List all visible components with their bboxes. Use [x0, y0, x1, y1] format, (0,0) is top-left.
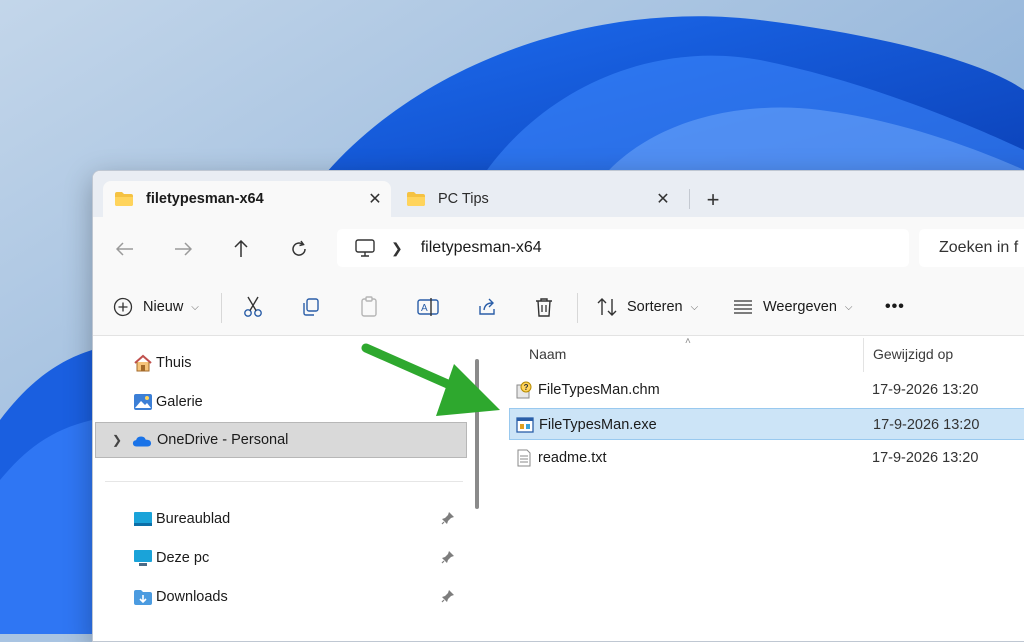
search-placeholder: Zoeken in f: [939, 239, 1019, 256]
chevron-down-icon: ⌵: [844, 301, 853, 313]
tab-label: PC Tips: [438, 191, 489, 207]
chevron-down-icon: ⌵: [191, 301, 199, 313]
downloads-icon: [134, 590, 152, 605]
file-explorer-window: filetypesman-x64 ✕ PC Tips ✕ + ❯ filetyp…: [92, 170, 1024, 642]
new-tab-button[interactable]: +: [698, 185, 728, 215]
file-row[interactable]: readme.txt 17-9-2026 13:20: [509, 442, 1024, 474]
desktop-icon: [134, 512, 152, 526]
sidebar-item-label: Thuis: [156, 355, 192, 371]
arrow-left-icon: [116, 242, 133, 256]
cut-button[interactable]: [243, 293, 263, 321]
rename-button[interactable]: A: [417, 293, 439, 321]
sort-button[interactable]: Sorteren ⌵: [597, 293, 698, 321]
file-modified-date: 17-9-2026 13:20: [872, 450, 979, 466]
view-button[interactable]: Weergeven ⌵: [733, 293, 852, 321]
search-input[interactable]: Zoeken in f: [919, 229, 1024, 267]
up-button[interactable]: [227, 235, 255, 263]
toolbar-divider: [577, 293, 578, 323]
forward-button[interactable]: [169, 235, 197, 263]
new-button[interactable]: Nieuw ⌵: [113, 293, 199, 321]
tab-divider: [689, 189, 690, 209]
file-modified-date: 17-9-2026 13:20: [872, 382, 979, 398]
column-header-name[interactable]: Naam: [529, 336, 566, 372]
file-row[interactable]: ? FileTypesMan.chm 17-9-2026 13:20: [509, 374, 1024, 406]
command-bar: Nieuw ⌵ A Sorteren ⌵ Weergeven ⌵ •••: [93, 279, 1024, 336]
sidebar-item-label: Deze pc: [156, 550, 210, 566]
back-button[interactable]: [111, 235, 139, 263]
sidebar-item-label: Downloads: [156, 589, 228, 605]
sort-button-label: Sorteren: [627, 299, 683, 315]
file-row-selected[interactable]: FileTypesMan.exe 17-9-2026 13:20: [509, 408, 1024, 440]
new-button-label: Nieuw: [143, 299, 184, 315]
pin-icon[interactable]: [441, 589, 455, 603]
sidebar-item-downloads[interactable]: Downloads: [93, 579, 469, 615]
text-file-icon: [517, 449, 531, 467]
paste-button[interactable]: [359, 293, 379, 321]
arrow-up-icon: [234, 240, 248, 257]
svg-text:A: A: [421, 303, 428, 314]
copy-button[interactable]: [301, 293, 321, 321]
sidebar-item-label: Bureaublad: [156, 511, 231, 527]
sidebar-item-bureaublad[interactable]: Bureaublad: [93, 501, 469, 537]
sidebar-divider: [105, 481, 463, 482]
pin-icon[interactable]: [441, 550, 455, 564]
gallery-icon: [134, 394, 152, 410]
close-tab-icon[interactable]: ✕: [359, 189, 391, 209]
file-modified-date: 17-9-2026 13:20: [873, 417, 980, 433]
refresh-icon: [292, 240, 306, 256]
scissors-icon: [244, 296, 262, 317]
sort-icon: [597, 298, 617, 316]
tab-pc-tips[interactable]: PC Tips ✕: [395, 181, 679, 217]
more-options-button[interactable]: •••: [885, 293, 905, 321]
copy-icon: [303, 298, 319, 316]
home-icon: [134, 354, 152, 372]
file-name: FileTypesMan.chm: [538, 382, 660, 398]
toolbar-divider: [221, 293, 222, 323]
file-name: FileTypesMan.exe: [539, 417, 657, 433]
refresh-button[interactable]: [285, 235, 313, 263]
tab-filetypesman-x64[interactable]: filetypesman-x64 ✕: [103, 181, 391, 217]
computer-icon: [355, 239, 375, 257]
chevron-right-icon[interactable]: ❯: [112, 433, 122, 447]
clipboard-icon: [361, 296, 377, 317]
sidebar-item-deze-pc[interactable]: Deze pc: [93, 540, 469, 576]
folder-icon: [115, 192, 133, 206]
share-button[interactable]: [477, 293, 497, 321]
close-tab-icon[interactable]: ✕: [647, 189, 679, 209]
file-list: ˄ Naam Gewijzigd op ? FileTypesMan.chm 1…: [485, 336, 1024, 641]
trash-icon: [536, 298, 552, 317]
breadcrumb-current-folder[interactable]: filetypesman-x64: [421, 239, 542, 257]
share-icon: [479, 298, 495, 315]
arrow-right-icon: [175, 242, 192, 256]
sidebar-item-label: Galerie: [156, 394, 203, 410]
pin-icon[interactable]: [441, 511, 455, 525]
onedrive-cloud-icon: [132, 436, 152, 447]
svg-text:?: ?: [524, 383, 529, 392]
sort-ascending-icon: ˄: [685, 336, 691, 347]
chevron-right-icon: ❯: [391, 239, 403, 256]
chevron-down-icon: ⌵: [690, 301, 699, 313]
file-name: readme.txt: [538, 450, 607, 466]
view-list-icon: [734, 300, 752, 314]
address-bar[interactable]: ❯ filetypesman-x64: [337, 229, 909, 267]
delete-button[interactable]: [535, 293, 553, 321]
column-header-modified[interactable]: Gewijzigd op: [873, 336, 953, 372]
folder-icon: [407, 192, 425, 206]
plus-circle-icon: [113, 297, 133, 317]
column-divider: [863, 338, 864, 372]
computer-icon: [134, 550, 152, 566]
navigation-bar: ❯ filetypesman-x64 Zoeken in f: [93, 217, 1024, 280]
tab-bar: filetypesman-x64 ✕ PC Tips ✕ +: [93, 171, 1024, 217]
green-arrow-annotation: [361, 343, 500, 416]
application-icon: [516, 417, 534, 433]
sidebar-item-label: OneDrive - Personal: [157, 432, 289, 448]
help-file-icon: ?: [516, 381, 532, 399]
tab-label: filetypesman-x64: [146, 191, 264, 207]
rename-icon: A: [417, 298, 439, 316]
view-button-label: Weergeven: [763, 299, 837, 315]
